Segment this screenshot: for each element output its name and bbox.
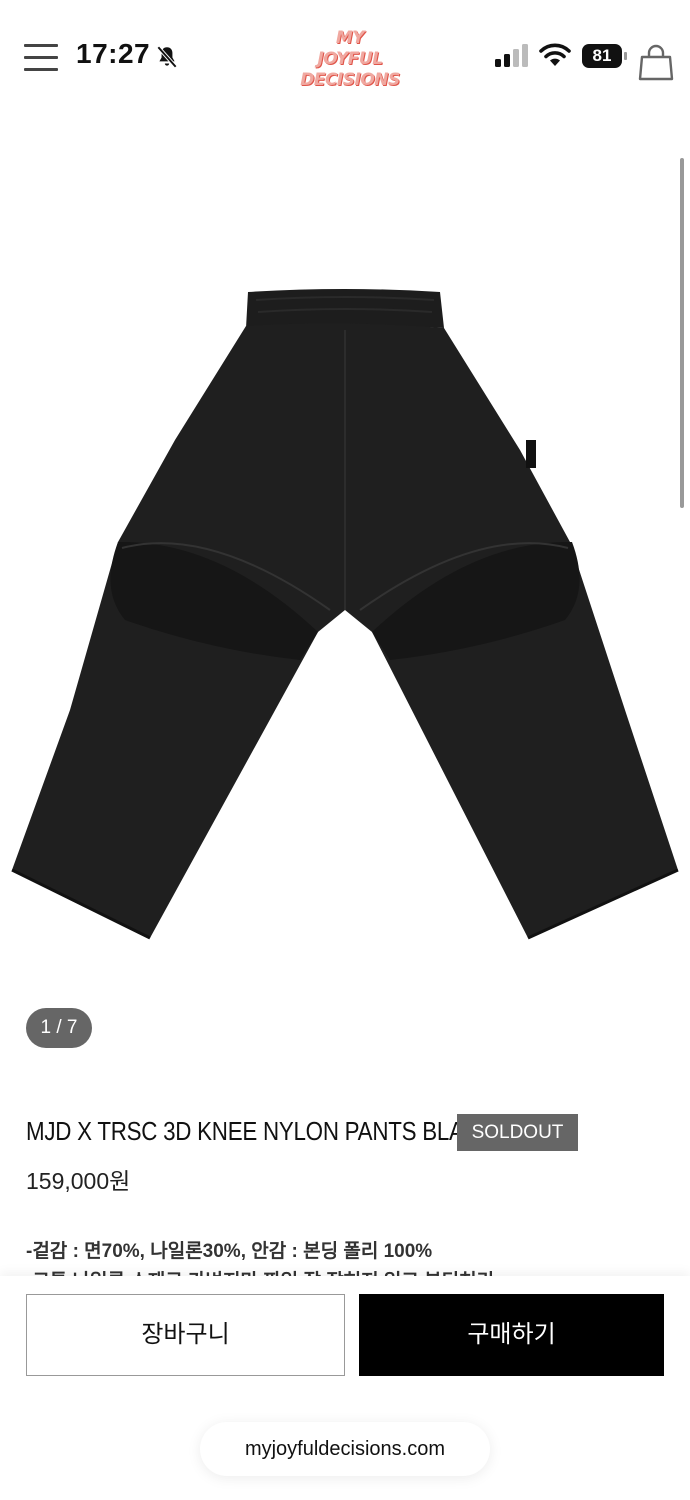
cellular-signal-icon [495, 44, 528, 67]
product-price: 159,000원 [26, 1168, 131, 1194]
browser-url-bar[interactable]: myjoyfuldecisions.com [200, 1422, 490, 1476]
logo-line-2: JOYFUL [317, 49, 383, 69]
add-to-cart-button[interactable]: 장바구니 [26, 1294, 345, 1376]
bell-slash-icon [156, 45, 178, 69]
shopping-bag-icon[interactable] [638, 44, 674, 82]
buy-now-button[interactable]: 구매하기 [359, 1294, 664, 1376]
brand-logo[interactable]: MY JOYFUL DECISIONS [290, 28, 410, 94]
product-title: MJD X TRSC 3D KNEE NYLON PANTS BLACK [26, 1116, 495, 1146]
description-line: -겉감 : 면70%, 나일론30%, 안감 : 본딩 폴리 100% [26, 1241, 433, 1262]
battery-level: 81 [582, 44, 622, 68]
wifi-icon [539, 43, 571, 66]
status-time: 17:27 [76, 38, 151, 69]
gallery-pager: 1 / 7 [26, 1008, 92, 1048]
page-scrollbar[interactable] [680, 158, 684, 508]
top-bar: 17:27 MY JOYFUL DECISIONS 81 [0, 0, 690, 110]
product-image[interactable] [0, 150, 690, 1010]
battery-icon: 81 [582, 44, 628, 68]
hamburger-menu-icon[interactable] [24, 44, 58, 74]
logo-line-3: DECISIONS [300, 70, 400, 90]
logo-line-1: MY [335, 28, 365, 48]
soldout-badge: SOLDOUT [457, 1114, 578, 1151]
